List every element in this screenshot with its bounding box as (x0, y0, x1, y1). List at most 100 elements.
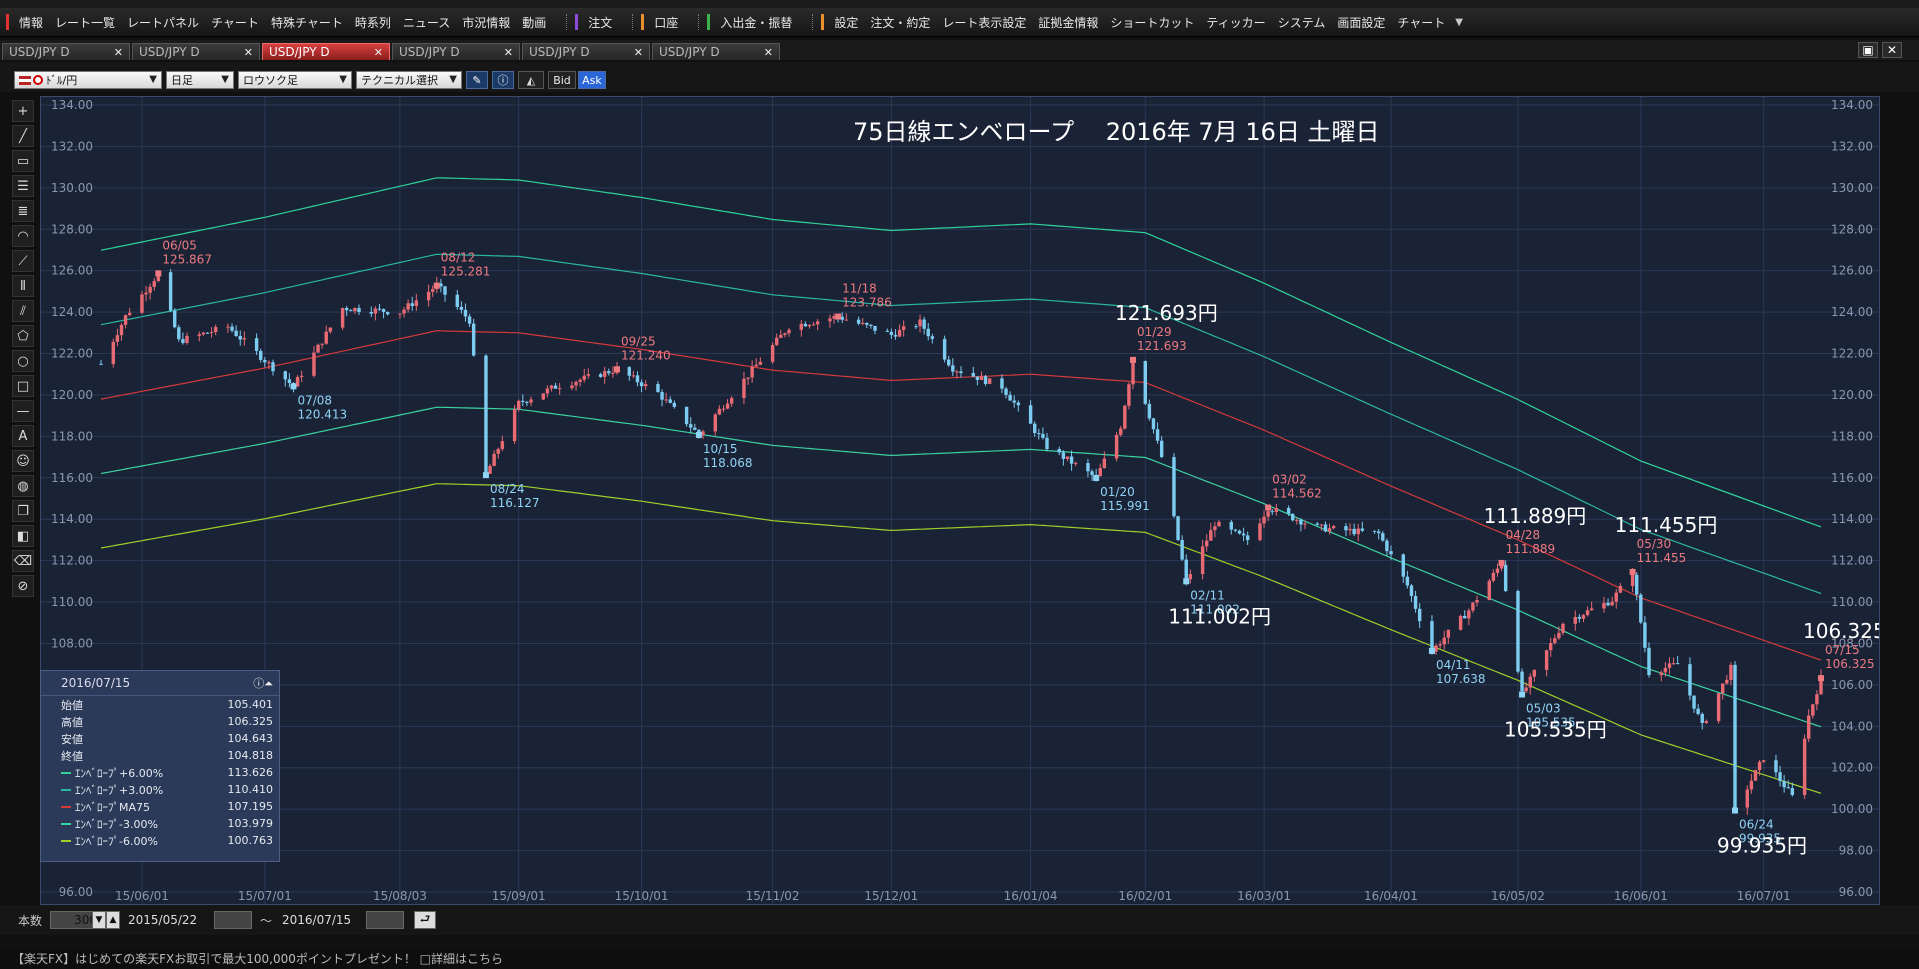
candle-body (1463, 615, 1467, 619)
info-icon[interactable]: ⓘ (492, 71, 514, 89)
chart-tab[interactable]: USD/JPY D ✕ (652, 43, 780, 60)
candle-body (1688, 664, 1692, 696)
menu-item[interactable]: レートパネル (121, 14, 205, 31)
x-tick-label: 15/11/02 (746, 889, 800, 903)
menu-item[interactable]: システム (1272, 14, 1332, 31)
tab-close-icon[interactable]: ✕ (764, 46, 773, 59)
menu-item[interactable]: チャート (205, 14, 265, 31)
channel-icon[interactable]: ⫽ (12, 300, 34, 322)
y-tick-label: 106.00 (1831, 678, 1873, 692)
menu-item[interactable]: ショートカット (1104, 14, 1200, 31)
menu-item[interactable]: 入出金・振替 (714, 14, 798, 31)
tab-close-icon[interactable]: ✕ (634, 46, 643, 59)
pentagon-icon[interactable]: ⬠ (12, 325, 34, 347)
candle-body (1086, 463, 1090, 472)
close-icon[interactable]: ✕ (1882, 42, 1902, 58)
arc-icon[interactable]: ◠ (12, 225, 34, 247)
extreme-marker (1519, 691, 1526, 698)
menu-item[interactable]: 画面設定 (1331, 14, 1391, 31)
candle-body (467, 316, 472, 324)
candle-body (459, 306, 464, 310)
layer-icon[interactable]: ◧ (12, 525, 34, 547)
candle-body (1725, 679, 1729, 684)
eraser-icon[interactable]: ⌫ (12, 550, 34, 572)
info-row: ｴﾝﾍﾞﾛｰﾌﾟ-6.00% 100.763 (41, 832, 279, 849)
chart-type-select[interactable]: ロウソク足 ▼ (238, 71, 352, 89)
candle-body (1217, 521, 1221, 527)
candle-body (1385, 540, 1389, 552)
extreme-marker (1498, 559, 1505, 566)
technical-select[interactable]: テクニカル選択 ▼ (356, 71, 462, 89)
menu-item[interactable]: 情報 (13, 14, 49, 31)
candle-body (213, 326, 218, 333)
menu-item[interactable]: 設定 (828, 14, 864, 31)
hline-icon[interactable]: — (12, 400, 34, 422)
y-tick-label: 100.00 (1831, 802, 1873, 816)
info-value: 105.401 (227, 698, 274, 711)
candle-body (1520, 671, 1524, 692)
info-collapse-icon[interactable]: ⓘ⏶ (253, 675, 273, 691)
tab-close-icon[interactable]: ✕ (504, 46, 513, 59)
text-icon[interactable]: A (12, 425, 34, 447)
menu-more-icon[interactable]: ▼ (1451, 17, 1467, 28)
line-icon[interactable]: ╱ (12, 125, 34, 147)
vlines-icon[interactable]: ≣ (12, 200, 34, 222)
menu-item[interactable]: 動画 (516, 14, 552, 31)
candle-body (971, 373, 975, 377)
tab-close-icon[interactable]: ✕ (374, 46, 383, 59)
tab-close-icon[interactable]: ✕ (114, 46, 123, 59)
copy-icon[interactable]: ❐ (12, 500, 34, 522)
ruler-icon[interactable]: ▭ (12, 150, 34, 172)
ask-button[interactable]: Ask (578, 71, 606, 89)
chart-tab[interactable]: USD/JPY D ✕ (522, 43, 650, 60)
end-date-input[interactable] (366, 911, 404, 929)
bid-button[interactable]: Bid (548, 71, 576, 89)
y-tick-label: 118.00 (51, 429, 93, 443)
period-select[interactable]: 日足 ▼ (166, 71, 234, 89)
area-chart-icon[interactable]: ◭ (518, 71, 544, 89)
menu-item[interactable]: ニュース (397, 14, 456, 31)
menu-item[interactable]: チャート (1391, 14, 1451, 31)
icon-stamp-icon[interactable]: ☺ (12, 450, 34, 472)
candle-body (357, 307, 361, 312)
erase-all-icon[interactable]: ⊘ (12, 575, 34, 597)
rect-icon[interactable]: □ (12, 375, 34, 397)
crosshair-icon[interactable]: + (12, 100, 34, 122)
chart-tab[interactable]: USD/JPY D ✕ (132, 43, 260, 60)
candle-body (570, 385, 574, 389)
magnet-icon[interactable]: ◍ (12, 475, 34, 497)
tab-close-icon[interactable]: ✕ (244, 46, 253, 59)
start-date-input[interactable] (214, 911, 252, 929)
pair-select[interactable]: ﾄﾞﾙ/円 ▼ (14, 71, 162, 89)
chart-tab[interactable]: USD/JPY D ✕ (392, 43, 520, 60)
chart-tab[interactable]: USD/JPY D ✕ (2, 43, 130, 60)
circle-icon[interactable]: ○ (12, 350, 34, 372)
count-up-icon[interactable]: ▲ (106, 911, 120, 929)
menu-item[interactable]: ティッカー (1200, 14, 1271, 31)
menu-item[interactable]: 特殊チャート (265, 14, 349, 31)
hlines-icon[interactable]: ☰ (12, 175, 34, 197)
candle-body (1487, 580, 1491, 601)
candle-body (1630, 574, 1635, 587)
menu-item[interactable]: レート一覧 (49, 14, 121, 31)
pen-icon[interactable]: ✎ (466, 71, 488, 89)
candle-body (541, 393, 545, 400)
menu-item[interactable]: 証拠金情報 (1032, 14, 1104, 31)
chart-tab[interactable]: USD/JPY D ✕ (262, 43, 390, 60)
menu-item[interactable]: 口座 (648, 14, 684, 31)
candle-body (1143, 361, 1147, 404)
return-icon[interactable]: ⮐ (414, 911, 436, 929)
menu-separator (698, 14, 703, 30)
news-ticker[interactable]: 【楽天FX】はじめての楽天FXお取引で最大100,000ポイントプレゼント！ □… (0, 950, 1919, 969)
menu-item[interactable]: 市況情報 (456, 14, 516, 31)
menu-item[interactable]: 注文 (582, 14, 618, 31)
bars-icon[interactable]: ⦀ (12, 275, 34, 297)
count-down-icon[interactable]: ▼ (92, 911, 106, 929)
menu-item[interactable]: 時系列 (349, 14, 397, 31)
maximize-icon[interactable]: ▣ (1858, 42, 1878, 58)
menu-item[interactable]: 注文・約定 (864, 14, 936, 31)
candle-body (1331, 526, 1336, 529)
fan-icon[interactable]: ⟋ (12, 250, 34, 272)
menu-item[interactable]: レート表示設定 (936, 14, 1032, 31)
candle-body (856, 319, 861, 324)
